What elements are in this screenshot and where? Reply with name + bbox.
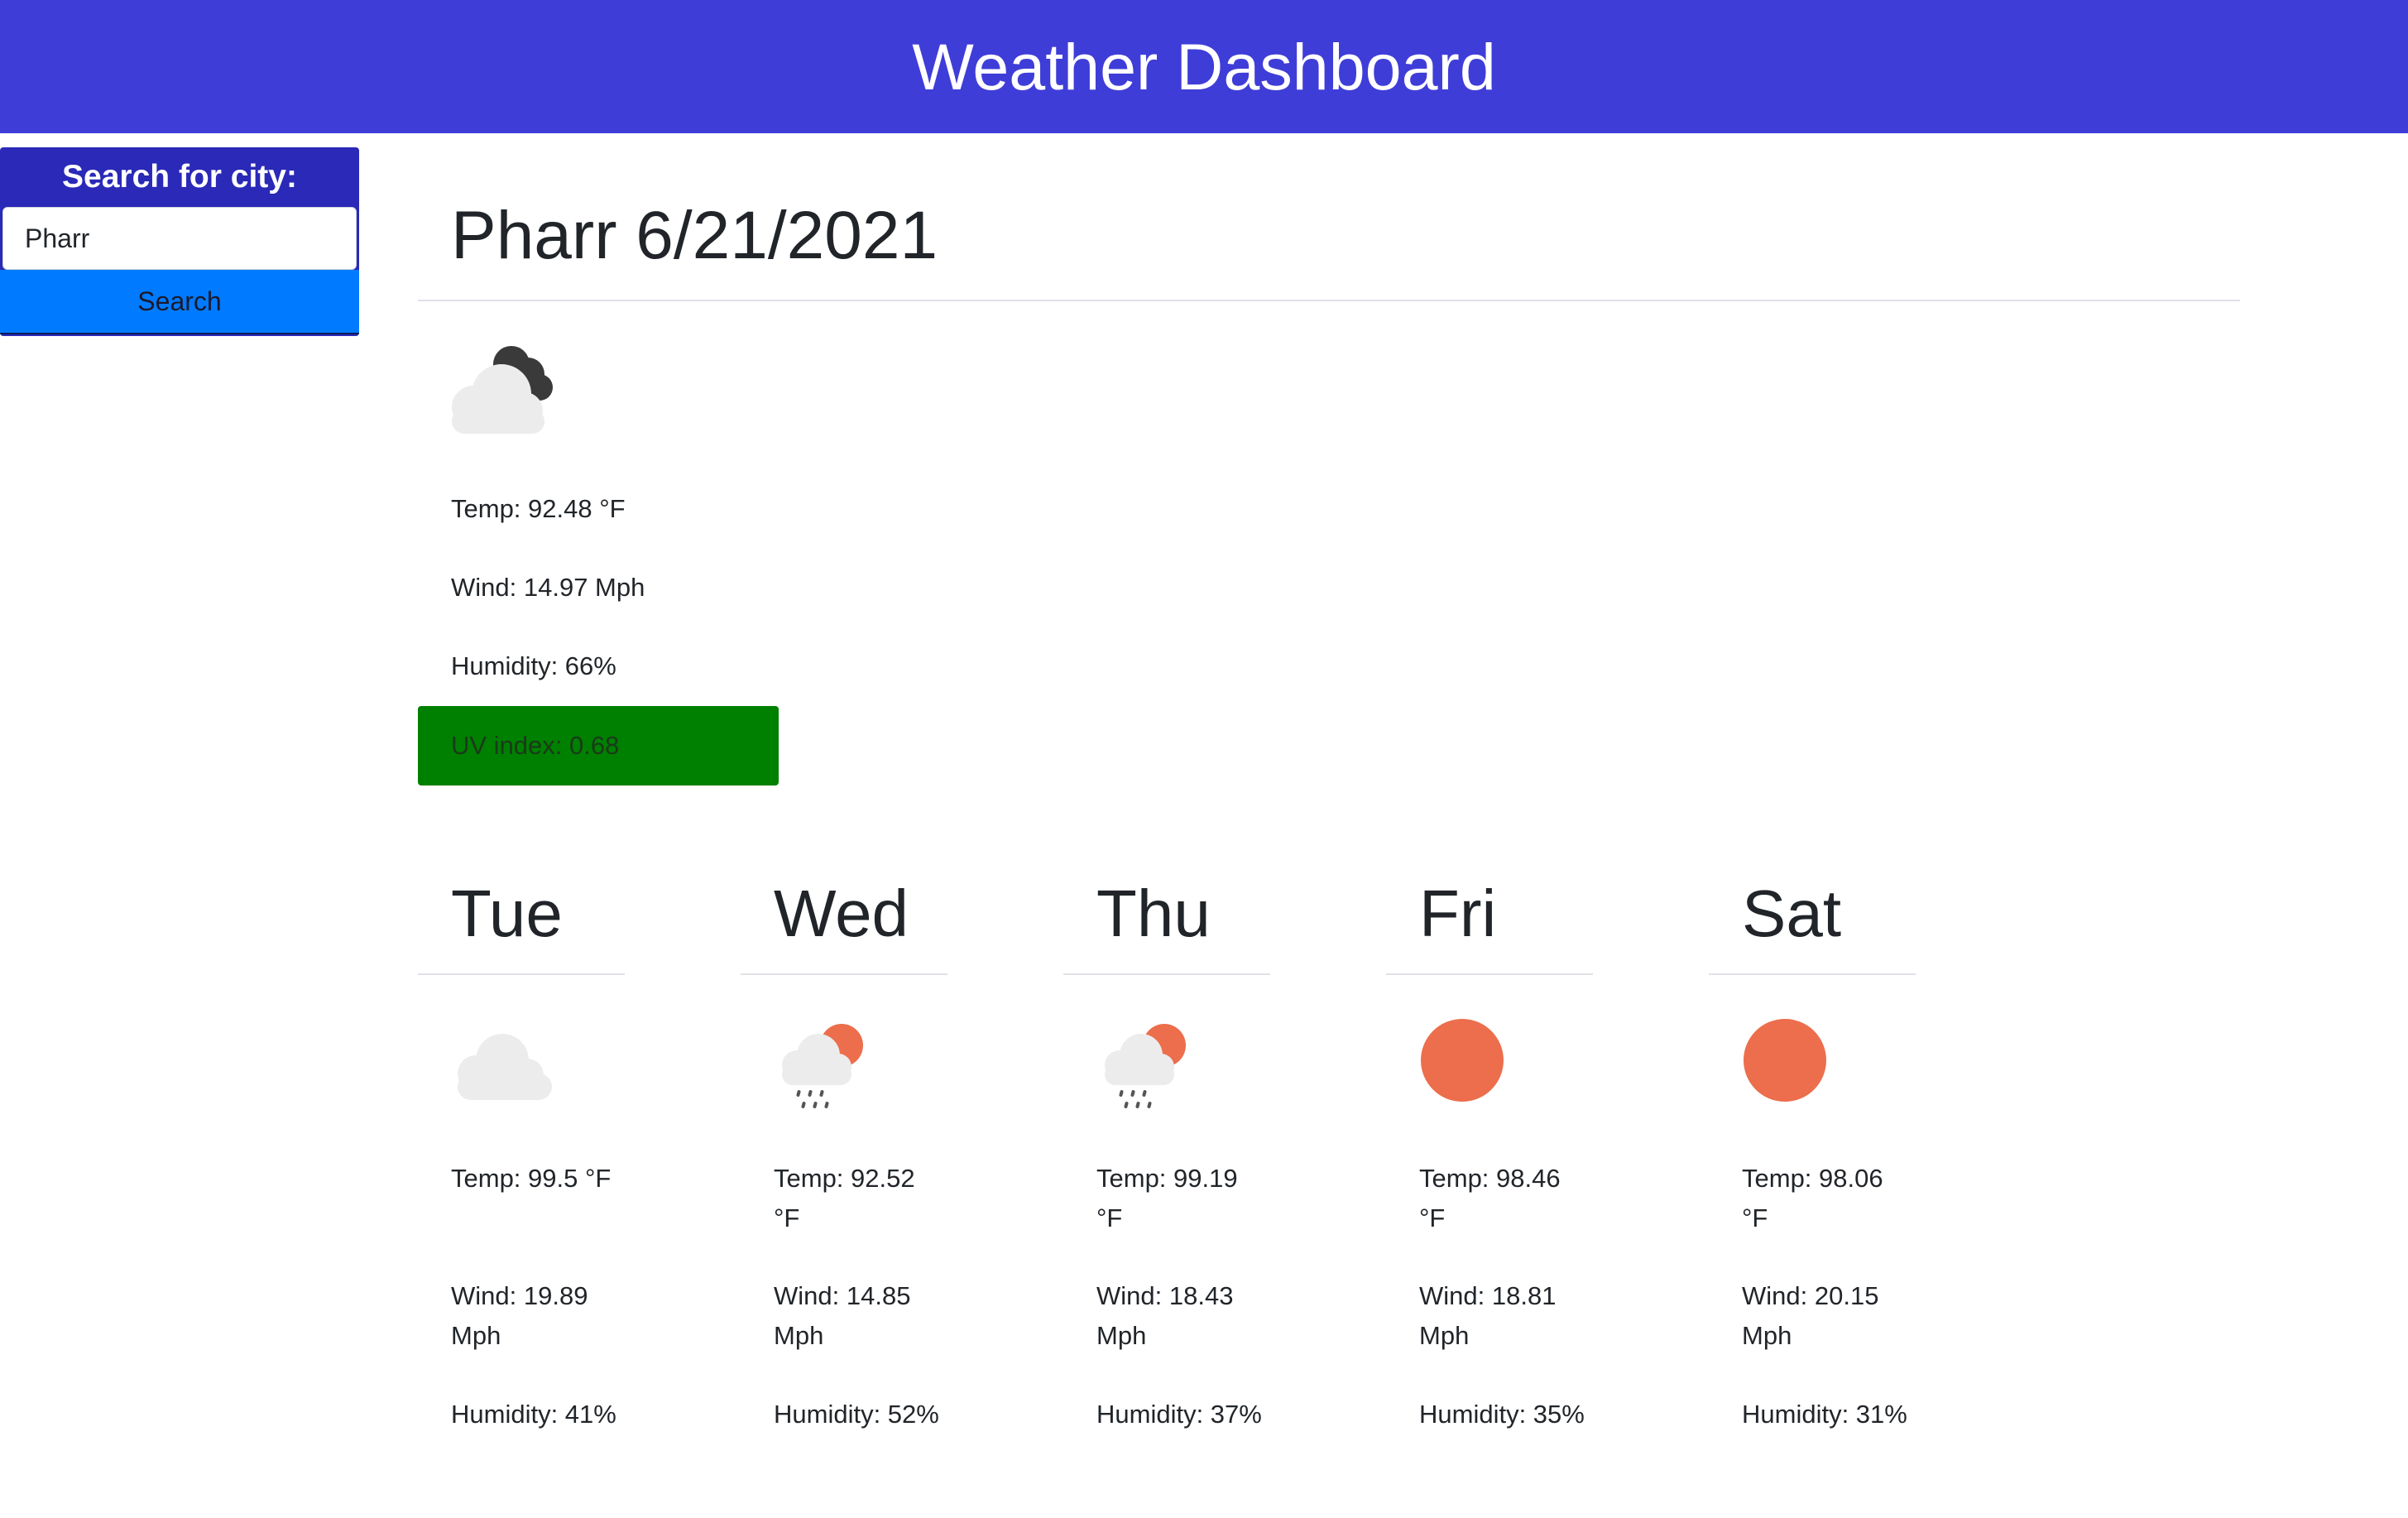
current-wind: Wind: 14.97 Mph: [451, 573, 645, 602]
sun-icon: [1742, 1014, 1849, 1113]
current-humidity: Humidity: 66%: [451, 651, 616, 680]
current-temp: Temp: 92.48 °F: [451, 494, 626, 523]
forecast-humidity: Humidity: 41%: [451, 1400, 616, 1429]
forecast-day-name: Wed: [774, 877, 909, 950]
forecast-day-name: Tue: [451, 877, 563, 950]
forecast-temp: Temp: 92.52 °F: [774, 1164, 915, 1232]
forecast-wind: Wind: 20.15 Mph: [1742, 1281, 1879, 1350]
forecast-wind: Wind: 14.85 Mph: [774, 1281, 911, 1350]
forecast-temp: Temp: 98.46 °F: [1419, 1164, 1561, 1232]
city-search-input[interactable]: [2, 207, 357, 270]
forecast-day-name: Fri: [1419, 877, 1497, 950]
current-city-title: Pharr 6/21/2021: [451, 198, 938, 273]
forecast-humidity: Humidity: 35%: [1419, 1400, 1585, 1429]
forecast-temp: Temp: 98.06 °F: [1742, 1164, 1883, 1232]
forecast-divider: [1709, 973, 1916, 975]
forecast-day-card: Tue Temp: 99.5 °F Wind: 19.89 Mph Humidi…: [418, 861, 625, 1490]
forecast-humidity: Humidity: 37%: [1096, 1400, 1262, 1429]
search-label: Search for city:: [62, 159, 297, 195]
forecast-wind: Wind: 18.81 Mph: [1419, 1281, 1557, 1350]
forecast-day-name: Sat: [1742, 877, 1842, 950]
forecast-wind: Wind: 19.89 Mph: [451, 1281, 588, 1350]
forecast-temp: Temp: 99.5 °F: [451, 1164, 612, 1193]
forecast-temp: Temp: 99.19 °F: [1096, 1164, 1238, 1232]
forecast-day-card: Sat Temp: 98.06 °F Wind: 20.15 Mph Humid…: [1709, 861, 1916, 1490]
forecast-divider: [1386, 973, 1593, 975]
forecast-day-card: Thu Temp: 99.19 °F Wind: 18.43 Mph Humid…: [1063, 861, 1270, 1490]
forecast-humidity: Humidity: 31%: [1742, 1400, 1907, 1429]
forecast-humidity: Humidity: 52%: [774, 1400, 939, 1429]
forecast-day-name: Thu: [1096, 877, 1211, 950]
uv-index-text: UV index: 0.68: [451, 731, 620, 760]
search-button[interactable]: Search: [0, 270, 359, 334]
forecast-divider: [1063, 973, 1270, 975]
header-bar: Weather Dashboard: [0, 0, 2408, 133]
forecast-day-card: Fri Temp: 98.46 °F Wind: 18.81 Mph Humid…: [1386, 861, 1593, 1490]
rain-sun-icon: [774, 1014, 881, 1113]
cloudy-dark-icon: [439, 339, 563, 439]
cloud-icon: [451, 1014, 559, 1113]
sun-icon: [1419, 1014, 1527, 1113]
forecast-divider: [741, 973, 947, 975]
title-divider: [418, 300, 2240, 301]
search-panel: Search for city: Search: [0, 147, 359, 336]
forecast-day-card: Wed Temp: 92.52 °F Wind: 14.85 Mph Humid…: [741, 861, 947, 1490]
rain-sun-icon: [1096, 1014, 1204, 1113]
forecast-divider: [418, 973, 625, 975]
page-title: Weather Dashboard: [912, 29, 1496, 103]
forecast-wind: Wind: 18.43 Mph: [1096, 1281, 1234, 1350]
uv-index-badge: UV index: 0.68: [418, 706, 779, 785]
